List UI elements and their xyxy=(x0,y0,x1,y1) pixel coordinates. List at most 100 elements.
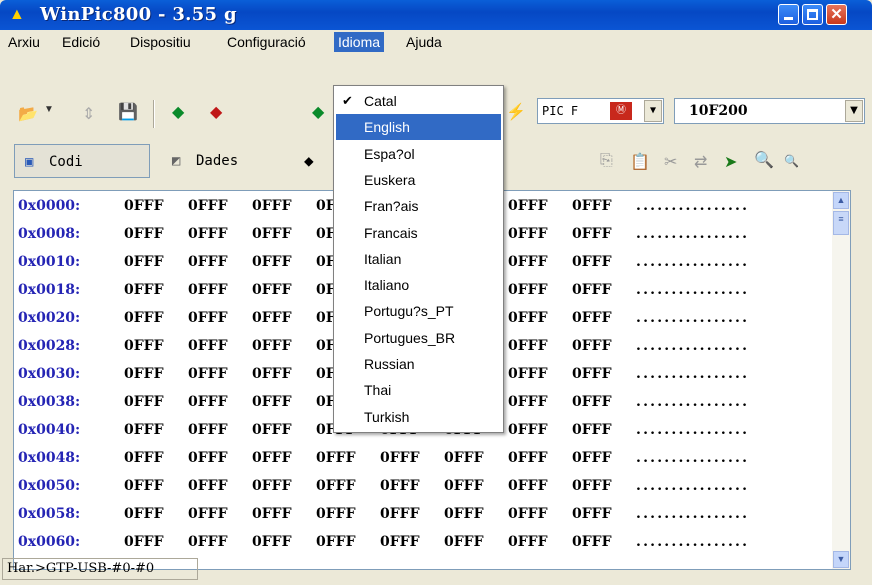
word-cell[interactable]: 0FFF xyxy=(252,192,292,220)
word-cell[interactable]: 0FFF xyxy=(188,528,228,556)
open-folder-icon[interactable]: 📂 xyxy=(18,104,38,124)
find-next-icon[interactable]: 🔍 xyxy=(784,154,799,168)
language-option[interactable]: Portugu?s_PT xyxy=(336,298,501,324)
word-cell[interactable]: 0FFF xyxy=(252,276,292,304)
word-cell[interactable]: 0FFF xyxy=(188,388,228,416)
word-cell[interactable]: 0FFF xyxy=(572,220,612,248)
word-cell[interactable]: 0FFF xyxy=(572,416,612,444)
word-cell[interactable]: 0FFF xyxy=(380,444,420,472)
detect-device-icon[interactable]: ⚡ xyxy=(506,102,526,122)
tab-data[interactable]: ◩ Dades xyxy=(166,144,296,178)
device-family-select[interactable]: PIC F Ⓜ ▼ xyxy=(537,98,664,124)
word-cell[interactable]: 0FFF xyxy=(508,276,548,304)
tab-code[interactable]: ▣ Codi xyxy=(14,144,150,178)
word-cell[interactable]: 0FFF xyxy=(508,416,548,444)
chevron-down-icon[interactable]: ▼ xyxy=(644,100,662,122)
word-cell[interactable]: 0FFF xyxy=(572,500,612,528)
word-cell[interactable]: 0FFF xyxy=(124,192,164,220)
word-cell[interactable]: 0FFF xyxy=(316,472,356,500)
language-option[interactable]: ✔ Catal xyxy=(336,88,501,114)
word-cell[interactable]: 0FFF xyxy=(188,332,228,360)
word-cell[interactable]: 0FFF xyxy=(124,416,164,444)
word-cell[interactable]: 0FFF xyxy=(572,248,612,276)
menu-ajuda[interactable]: Ajuda xyxy=(402,32,446,52)
scroll-down-button[interactable]: ▼ xyxy=(833,551,849,568)
read-chip-icon[interactable]: ◆ xyxy=(172,102,184,122)
goto-icon[interactable]: ➤ xyxy=(724,152,737,172)
word-cell[interactable]: 0FFF xyxy=(188,248,228,276)
word-cell[interactable]: 0FFF xyxy=(124,276,164,304)
word-cell[interactable]: 0FFF xyxy=(252,416,292,444)
word-cell[interactable]: 0FFF xyxy=(572,192,612,220)
language-option[interactable]: Euskera xyxy=(336,167,501,193)
word-cell[interactable]: 0FFF xyxy=(124,472,164,500)
word-cell[interactable]: 0FFF xyxy=(380,472,420,500)
word-cell[interactable]: 0FFF xyxy=(188,360,228,388)
word-cell[interactable]: 0FFF xyxy=(188,416,228,444)
word-cell[interactable]: 0FFF xyxy=(188,500,228,528)
word-cell[interactable]: 0FFF xyxy=(188,444,228,472)
word-cell[interactable]: 0FFF xyxy=(508,248,548,276)
word-cell[interactable]: 0FFF xyxy=(508,500,548,528)
word-cell[interactable]: 0FFF xyxy=(572,388,612,416)
menu-edicio[interactable]: Edició xyxy=(58,32,104,52)
word-cell[interactable]: 0FFF xyxy=(508,388,548,416)
word-cell[interactable]: 0FFF xyxy=(508,444,548,472)
word-cell[interactable]: 0FFF xyxy=(316,500,356,528)
tab-config[interactable]: ◆ xyxy=(304,144,330,178)
word-cell[interactable]: 0FFF xyxy=(252,472,292,500)
word-cell[interactable]: 0FFF xyxy=(124,360,164,388)
word-cell[interactable]: 0FFF xyxy=(188,276,228,304)
minimize-button[interactable] xyxy=(778,4,799,25)
word-cell[interactable]: 0FFF xyxy=(444,472,484,500)
word-cell[interactable]: 0FFF xyxy=(188,472,228,500)
word-cell[interactable]: 0FFF xyxy=(124,528,164,556)
save-icon[interactable]: 💾 xyxy=(118,102,138,122)
word-cell[interactable]: 0FFF xyxy=(444,444,484,472)
dropdown-arrow-icon[interactable]: ▼ xyxy=(44,104,54,115)
write-chip-icon[interactable]: ◆ xyxy=(210,102,222,122)
word-cell[interactable]: 0FFF xyxy=(124,220,164,248)
word-cell[interactable]: 0FFF xyxy=(508,192,548,220)
language-option[interactable]: Espa?ol xyxy=(336,141,501,167)
word-cell[interactable]: 0FFF xyxy=(444,500,484,528)
word-cell[interactable]: 0FFF xyxy=(252,248,292,276)
language-option[interactable]: Italian xyxy=(336,246,501,272)
verify-chip-icon[interactable]: ◆ xyxy=(312,102,324,122)
word-cell[interactable]: 0FFF xyxy=(380,500,420,528)
copy-icon[interactable]: ⎘ xyxy=(600,152,613,170)
language-option[interactable]: Fran?ais xyxy=(336,193,501,219)
word-cell[interactable]: 0FFF xyxy=(508,304,548,332)
word-cell[interactable]: 0FFF xyxy=(252,500,292,528)
cut-icon[interactable]: ✂ xyxy=(664,152,677,172)
maximize-button[interactable] xyxy=(802,4,823,25)
word-cell[interactable]: 0FFF xyxy=(380,528,420,556)
close-button[interactable]: ✕ xyxy=(826,4,847,25)
word-cell[interactable]: 0FFF xyxy=(316,444,356,472)
word-cell[interactable]: 0FFF xyxy=(252,388,292,416)
word-cell[interactable]: 0FFF xyxy=(572,528,612,556)
scroll-thumb[interactable]: ≡ xyxy=(833,211,849,235)
device-select[interactable]: 10F200 ▼ xyxy=(674,98,865,124)
menu-configuracio[interactable]: Configuració xyxy=(223,32,310,52)
vertical-scrollbar[interactable]: ▲ ≡ ▼ xyxy=(832,191,850,569)
word-cell[interactable]: 0FFF xyxy=(316,528,356,556)
language-option[interactable]: Thai xyxy=(336,377,501,403)
word-cell[interactable]: 0FFF xyxy=(572,276,612,304)
word-cell[interactable]: 0FFF xyxy=(508,332,548,360)
word-cell[interactable]: 0FFF xyxy=(188,304,228,332)
word-cell[interactable]: 0FFF xyxy=(572,304,612,332)
word-cell[interactable]: 0FFF xyxy=(252,332,292,360)
word-cell[interactable]: 0FFF xyxy=(252,360,292,388)
find-icon[interactable]: 🔍 xyxy=(754,150,774,170)
menu-dispositiu[interactable]: Dispositiu xyxy=(126,32,195,52)
language-option[interactable]: Turkish xyxy=(336,404,501,430)
replace-icon[interactable]: ⇄ xyxy=(694,152,707,172)
word-cell[interactable]: 0FFF xyxy=(508,472,548,500)
word-cell[interactable]: 0FFF xyxy=(124,388,164,416)
word-cell[interactable]: 0FFF xyxy=(124,332,164,360)
word-cell[interactable]: 0FFF xyxy=(572,472,612,500)
language-option[interactable]: Portugues_BR xyxy=(336,325,501,351)
word-cell[interactable]: 0FFF xyxy=(508,528,548,556)
word-cell[interactable]: 0FFF xyxy=(124,444,164,472)
